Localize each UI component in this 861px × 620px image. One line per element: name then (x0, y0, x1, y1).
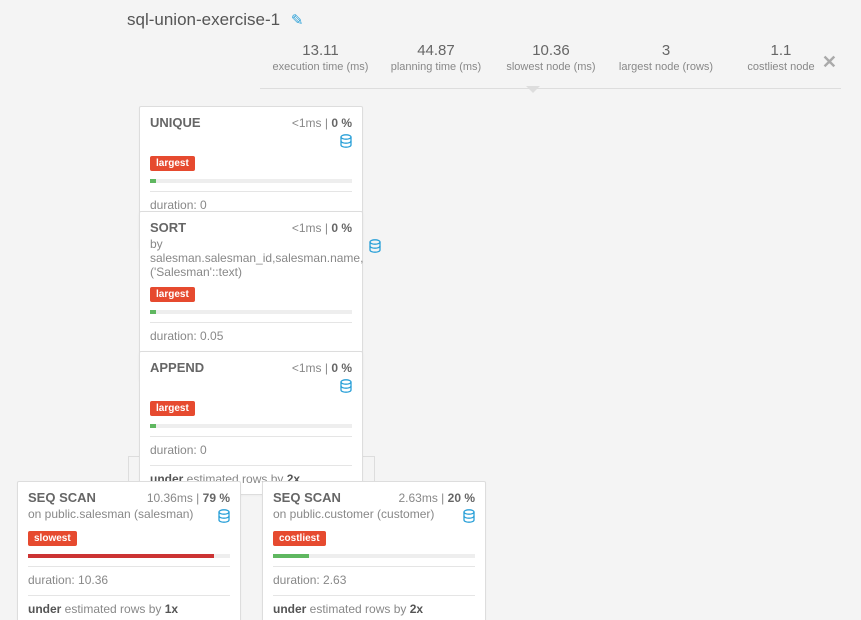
progress-fill (150, 424, 156, 428)
node-timing: <1ms | 0 % (292, 361, 352, 375)
stat-label: execution time (ms) (273, 61, 369, 73)
progress-fill (28, 554, 214, 558)
stat-slowest: 10.36 slowest node (ms) (503, 42, 598, 73)
stat-value: 10.36 (503, 42, 598, 59)
node-name: SEQ SCAN (28, 490, 96, 505)
tag-slowest: slowest (28, 531, 77, 546)
progress-bar (28, 554, 230, 558)
node-subtitle: on public.customer (customer) (273, 507, 463, 521)
progress-bar (150, 424, 352, 428)
node-subtitle: on public.salesman (salesman) (28, 507, 218, 521)
stat-costliest: 1.1 costliest node (733, 42, 828, 73)
estimate-text: under estimated rows by 1x (18, 596, 240, 620)
tag-largest: largest (150, 287, 195, 302)
stat-label: planning time (ms) (388, 61, 483, 73)
stat-value: 1.1 (733, 42, 828, 59)
duration-text: duration: 0.05 (140, 323, 362, 343)
tag-costliest: costliest (273, 531, 326, 546)
edit-icon[interactable]: ✎ (291, 12, 304, 29)
node-timing: <1ms | 0 % (292, 221, 352, 235)
duration-text: duration: 0 (140, 437, 362, 457)
progress-fill (273, 554, 309, 558)
node-timing: <1ms | 0 % (292, 116, 352, 130)
progress-fill (150, 310, 156, 314)
indicator-arrow-icon (526, 86, 540, 93)
close-icon[interactable]: ✕ (822, 52, 837, 73)
stat-label: largest node (rows) (618, 61, 713, 73)
database-icon (218, 509, 230, 523)
stat-value: 13.11 (273, 42, 369, 59)
stat-value: 44.87 (388, 42, 483, 59)
duration-text: duration: 10.36 (18, 567, 240, 587)
node-name: APPEND (150, 360, 204, 375)
page-title: sql-union-exercise-1 (127, 10, 280, 29)
tag-largest: largest (150, 401, 195, 416)
stats-bar: 13.11 execution time (ms) 44.87 planning… (260, 42, 841, 89)
node-subtitle: by salesman.salesman_id,salesman.name,('… (150, 237, 369, 279)
tag-largest: largest (150, 156, 195, 171)
progress-bar (150, 179, 352, 183)
database-icon (340, 379, 352, 393)
duration-text: duration: 0 (140, 192, 362, 212)
progress-bar (150, 310, 352, 314)
node-timing: 2.63ms | 20 % (398, 491, 475, 505)
stat-value: 3 (618, 42, 713, 59)
stat-exec-time: 13.11 execution time (ms) (273, 42, 369, 73)
stat-largest: 3 largest node (rows) (618, 42, 713, 73)
progress-fill (150, 179, 156, 183)
plan-node-seqscan-salesman[interactable]: SEQ SCAN 10.36ms | 79 % on public.salesm… (17, 481, 241, 620)
stat-label: slowest node (ms) (503, 61, 598, 73)
progress-bar (273, 554, 475, 558)
node-name: UNIQUE (150, 115, 201, 130)
node-name: SEQ SCAN (273, 490, 341, 505)
database-icon (463, 509, 475, 523)
plan-node-seqscan-customer[interactable]: SEQ SCAN 2.63ms | 20 % on public.custome… (262, 481, 486, 620)
duration-text: duration: 2.63 (263, 567, 485, 587)
node-timing: 10.36ms | 79 % (147, 491, 230, 505)
node-name: SORT (150, 220, 186, 235)
stat-label: costliest node (733, 61, 828, 73)
estimate-text: under estimated rows by 2x (263, 596, 485, 620)
stat-plan-time: 44.87 planning time (ms) (388, 42, 483, 73)
database-icon (369, 239, 381, 253)
database-icon (340, 134, 352, 148)
plan-node-append[interactable]: APPEND <1ms | 0 % largest duration: 0 un… (139, 351, 363, 495)
